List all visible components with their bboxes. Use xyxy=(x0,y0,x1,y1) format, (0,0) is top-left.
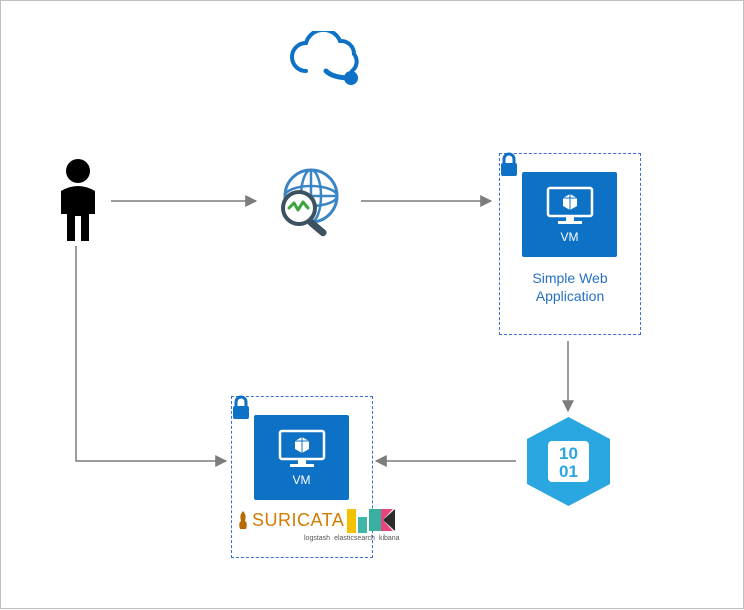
vm-label: VM xyxy=(561,230,579,244)
lock-icon xyxy=(498,152,520,178)
lek-logo xyxy=(347,507,397,533)
logos-row: SURICATA xyxy=(236,507,397,533)
svg-text:10: 10 xyxy=(559,444,578,463)
monitor-icon xyxy=(278,429,326,469)
lek-sublabels: logstash elasticsearch kibana xyxy=(304,535,400,542)
web-app-caption: Simple WebApplication xyxy=(500,269,640,305)
svg-text:01: 01 xyxy=(559,462,578,481)
vm-box: VM xyxy=(522,172,617,257)
web-app-group: VM Simple WebApplication xyxy=(499,153,641,335)
network-watcher-icon xyxy=(261,166,361,241)
user-icon xyxy=(51,156,106,246)
ids-group: VM SURICATA logstash elasticsearch kiban… xyxy=(231,396,373,558)
lock-icon xyxy=(230,395,252,421)
storage-binary-icon: 10 01 xyxy=(521,414,616,509)
architecture-diagram: VM Simple WebApplication 10 01 VM xyxy=(0,0,744,609)
suricata-logo: SURICATA xyxy=(236,509,344,531)
vm-label: VM xyxy=(293,473,311,487)
monitor-icon xyxy=(546,186,594,226)
cloud-icon xyxy=(281,31,371,91)
vm-box: VM xyxy=(254,415,349,500)
